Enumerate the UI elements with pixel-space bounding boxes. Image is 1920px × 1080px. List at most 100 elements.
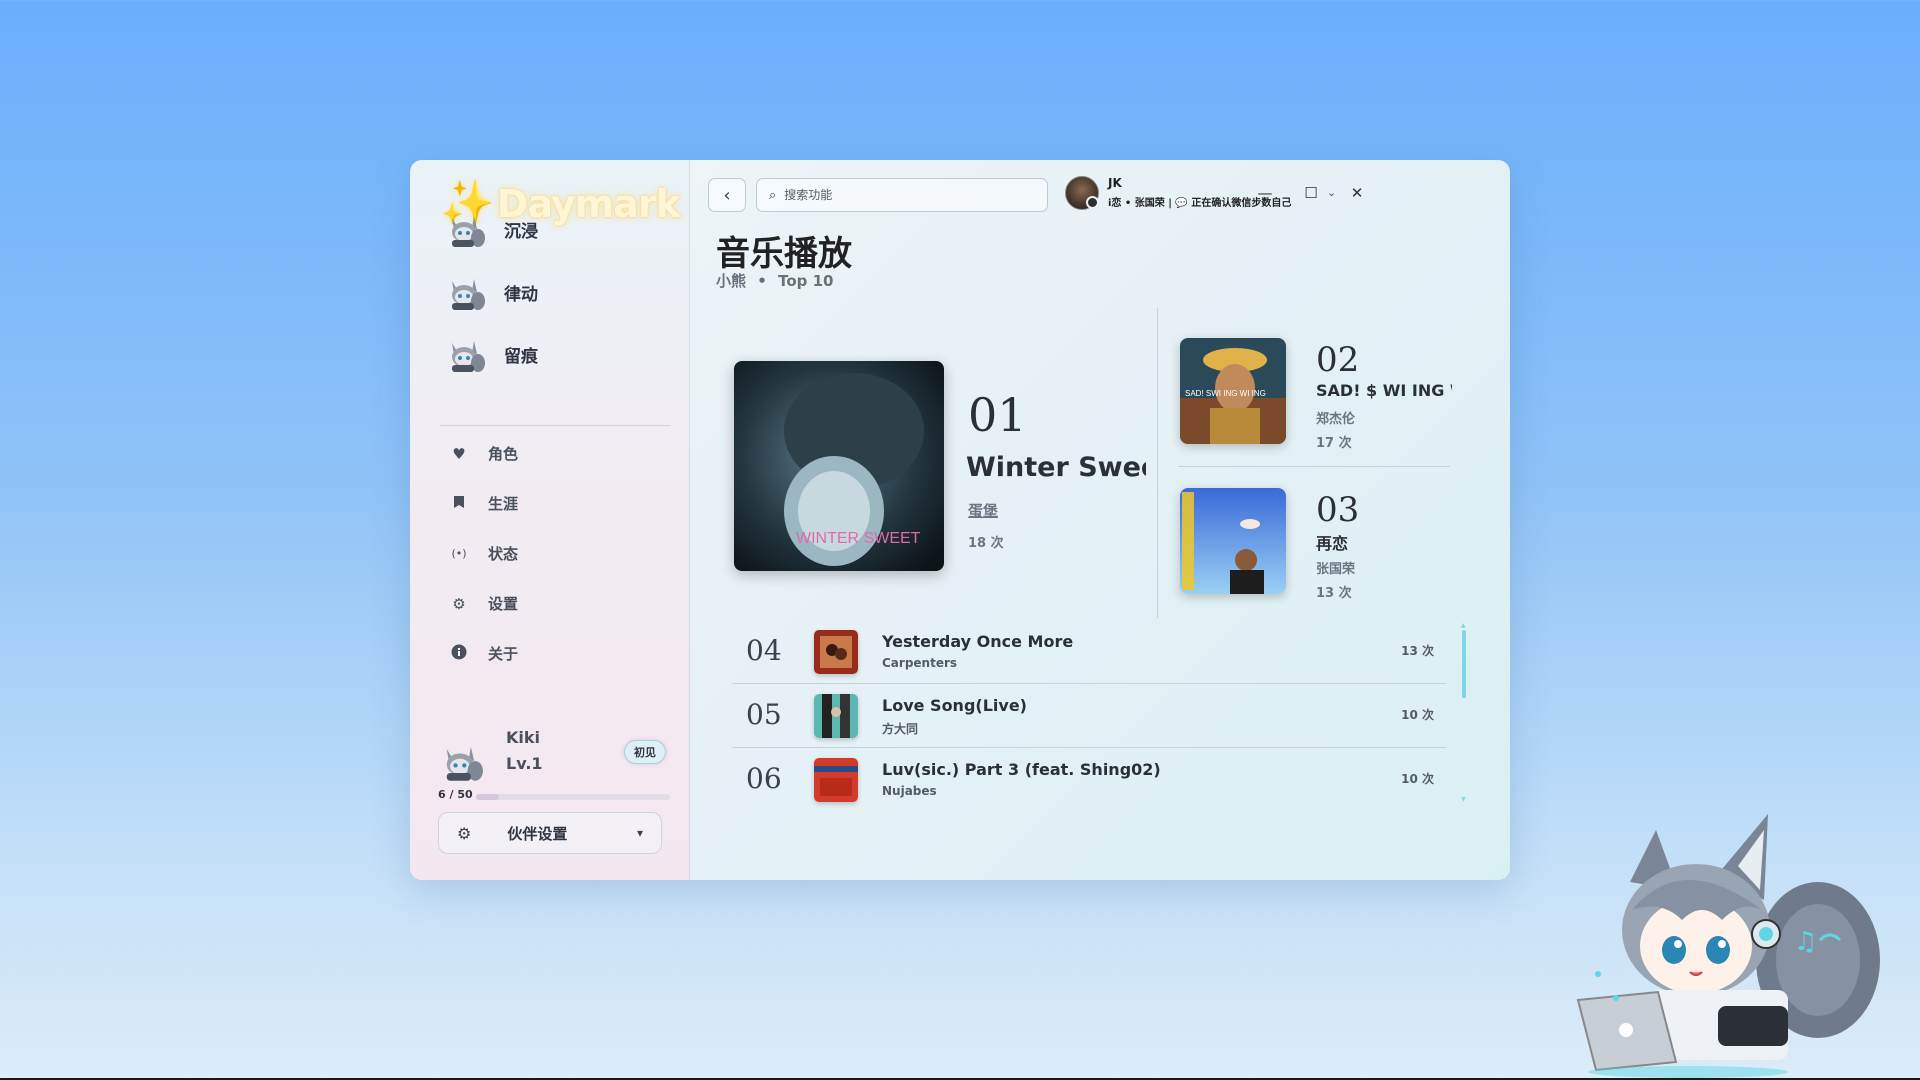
- desktop-mascot[interactable]: ♫: [1568, 810, 1888, 1080]
- sidebar-item-traces[interactable]: 留痕: [444, 333, 538, 375]
- search-box[interactable]: ⌕: [756, 178, 1048, 212]
- sidebar-item-label: 律动: [504, 284, 538, 305]
- companion-name: Kiki: [506, 728, 541, 747]
- track-title: Yesterday Once More: [882, 632, 1074, 651]
- album-cover-rank-1[interactable]: WINTER SWEET: [734, 361, 944, 571]
- xp-bar-fill: [476, 794, 500, 800]
- list-item[interactable]: 04 Yesterday Once More Carpenters 13 次: [732, 620, 1446, 684]
- broadcast-icon: (•): [451, 547, 467, 560]
- album-thumbnail: [814, 630, 858, 674]
- sidebar-item-immersion[interactable]: 沉浸: [444, 208, 538, 250]
- rank-number: 02: [1316, 340, 1360, 380]
- sidebar: ✨ Daymark 沉浸 律动 留痕 ♥ 角色 生涯 (•) 状态 ⚙ 设置 关…: [410, 160, 690, 880]
- track-title[interactable]: 再恋: [1316, 530, 1452, 554]
- track-artist: Carpenters: [882, 656, 958, 670]
- sidebar-item-label: 设置: [488, 595, 519, 613]
- chevron-down-icon: ▾: [636, 826, 643, 840]
- scroll-up-arrow[interactable]: ▲: [1461, 622, 1466, 629]
- heart-icon: ♥: [452, 444, 466, 463]
- horizontal-divider: [1178, 466, 1450, 467]
- album-thumbnail: [814, 758, 858, 802]
- companion-settings-button[interactable]: ⚙ 伙伴设置 ▾: [438, 812, 662, 854]
- user-menu-chevron-icon[interactable]: ⌄: [1327, 186, 1336, 199]
- sidebar-divider: [440, 425, 670, 426]
- rank-number: 05: [746, 698, 782, 731]
- xp-bar: [476, 794, 670, 800]
- play-count: 10 次: [1401, 772, 1434, 786]
- list-item[interactable]: 06 Luv(sic.) Part 3 (feat. Shing02) Nuja…: [732, 748, 1446, 812]
- companion-profile: Kiki Lv.1 初见: [438, 728, 668, 788]
- gear-icon: ⚙: [452, 594, 466, 613]
- page-subtitle: 小熊 • Top 10: [716, 270, 833, 291]
- sidebar-item-label: 角色: [488, 445, 519, 463]
- track-title: Luv(sic.) Part 3 (feat. Shing02): [882, 760, 1161, 779]
- sidebar-item-status[interactable]: (•) 状态: [448, 543, 518, 564]
- rank-number: 03: [1316, 490, 1360, 530]
- minimize-button[interactable]: —: [1250, 178, 1280, 208]
- maximize-button[interactable]: ☐: [1296, 178, 1326, 208]
- play-count: 13 次: [1401, 644, 1434, 658]
- track-artist: Nujabes: [882, 784, 937, 798]
- close-button[interactable]: ✕: [1342, 178, 1372, 208]
- status-badge: 初见: [624, 740, 666, 764]
- cat-avatar-icon: [444, 208, 486, 250]
- cat-avatar-icon: [444, 271, 486, 313]
- gear-icon: ⚙: [457, 823, 472, 843]
- maximize-icon: ☐: [1304, 184, 1318, 202]
- sidebar-item-label: 沉浸: [504, 221, 538, 242]
- rank-number: 06: [746, 762, 782, 795]
- search-icon: ⌕: [769, 187, 777, 203]
- sidebar-item-character[interactable]: ♥ 角色: [448, 443, 518, 464]
- chevron-left-icon: ‹: [723, 184, 731, 206]
- sidebar-item-rhythm[interactable]: 律动: [444, 271, 538, 313]
- list-item[interactable]: 05 Love Song(Live) 方大同 10 次: [732, 684, 1446, 748]
- xp-text: 6 / 50: [438, 788, 473, 801]
- play-count: 18 次: [968, 536, 1004, 551]
- rank-number: 01: [968, 388, 1027, 442]
- close-icon: ✕: [1350, 184, 1364, 202]
- sidebar-item-about[interactable]: 关于: [448, 643, 518, 664]
- xp-progress: 6 / 50: [438, 788, 670, 804]
- user-avatar[interactable]: [1065, 176, 1099, 210]
- vertical-divider: [1157, 308, 1158, 618]
- track-title[interactable]: Winter Sweet: [966, 452, 1146, 483]
- main-panel: ‹ ⌕ JK i恋 • 张国荣 | 💬 正在确认微信步数自己 ⌄ — ☐ ✕ 音…: [690, 160, 1510, 880]
- bookmark-icon: [448, 495, 470, 513]
- music-note-icon: ♫: [1794, 927, 1817, 957]
- track-artist[interactable]: 蛋堡: [968, 500, 998, 521]
- list-scrollbar[interactable]: [1462, 630, 1466, 698]
- play-count: 13 次: [1316, 586, 1352, 601]
- play-count: 17 次: [1316, 436, 1352, 451]
- scroll-down-arrow[interactable]: ▼: [1461, 796, 1466, 803]
- cat-avatar-icon: [444, 333, 486, 375]
- album-cover-rank-2[interactable]: SAD! SWI ING WI ING: [1180, 338, 1286, 444]
- companion-level: Lv.1: [506, 754, 543, 773]
- back-button[interactable]: ‹: [708, 178, 746, 212]
- album-thumbnail: [814, 694, 858, 738]
- track-title: Love Song(Live): [882, 696, 1027, 715]
- sidebar-item-label: 状态: [488, 545, 519, 563]
- user-name: JK: [1108, 176, 1122, 190]
- rank-number: 04: [746, 634, 782, 667]
- track-title[interactable]: SAD! $ WI ING W: [1316, 381, 1452, 400]
- info-icon: [448, 644, 470, 664]
- track-artist[interactable]: 张国荣: [1316, 558, 1355, 577]
- sidebar-item-label: 生涯: [488, 495, 519, 513]
- cover-text: WINTER SWEET: [796, 530, 921, 547]
- search-input[interactable]: [784, 188, 1025, 202]
- minimize-icon: —: [1257, 184, 1273, 202]
- sidebar-item-label: 关于: [488, 645, 519, 663]
- cover-text: SAD! SWI ING WI ING: [1185, 389, 1266, 398]
- companion-avatar[interactable]: [438, 738, 484, 784]
- play-count: 10 次: [1401, 708, 1434, 722]
- page-title: 音乐播放: [716, 234, 852, 274]
- album-cover-rank-3[interactable]: [1180, 488, 1286, 594]
- track-artist[interactable]: 郑杰伦: [1316, 408, 1355, 427]
- companion-settings-label: 伙伴设置: [507, 824, 568, 843]
- sidebar-item-career[interactable]: 生涯: [448, 493, 518, 514]
- sidebar-item-label: 留痕: [504, 346, 538, 367]
- track-list: 04 Yesterday Once More Carpenters 13 次 0…: [732, 620, 1448, 818]
- sidebar-item-settings[interactable]: ⚙ 设置: [448, 593, 518, 614]
- app-window: ✨ Daymark 沉浸 律动 留痕 ♥ 角色 生涯 (•) 状态 ⚙ 设置 关…: [410, 160, 1510, 880]
- subtitle-user: 小熊: [716, 272, 747, 290]
